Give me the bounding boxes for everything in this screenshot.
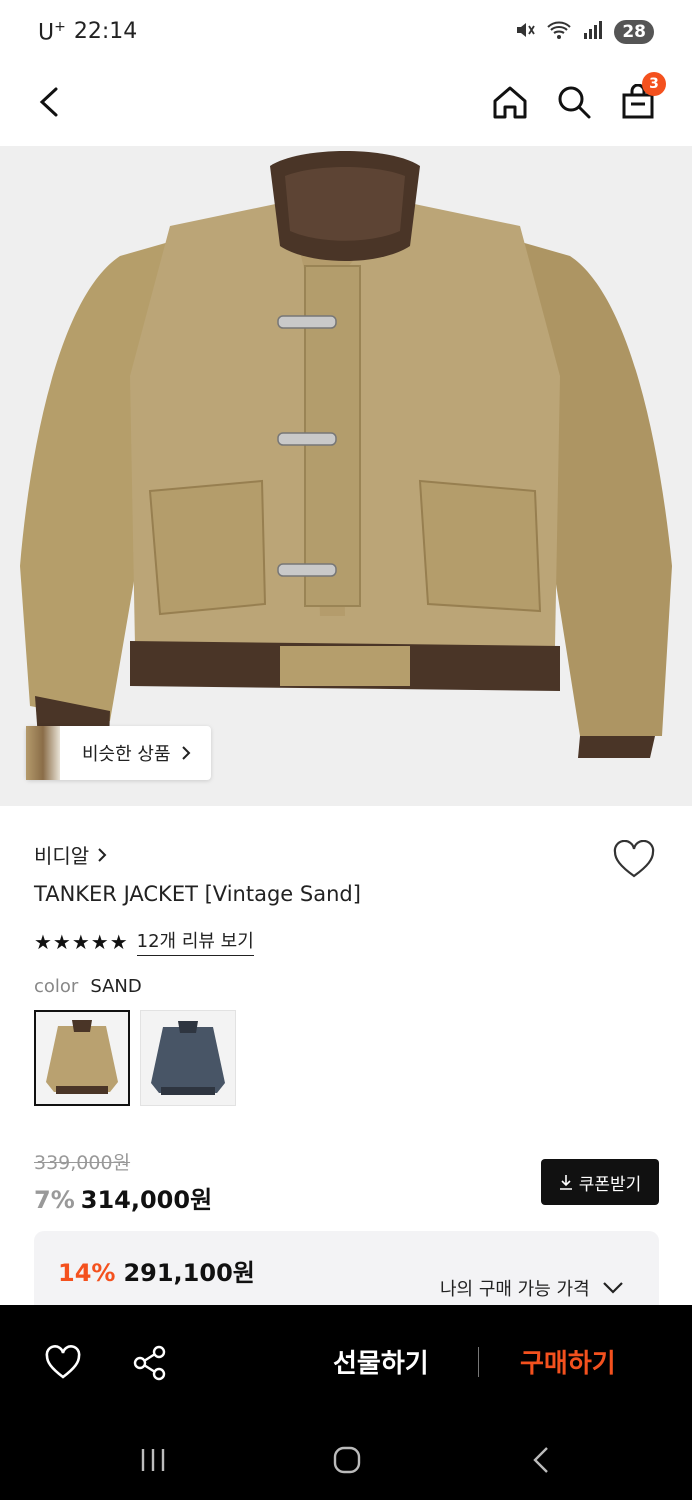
chevron-right-icon (181, 746, 190, 760)
chevron-left-icon (39, 87, 58, 117)
similar-thumbnail (26, 726, 60, 780)
my-price-toggle[interactable]: 나의 구매 가능 가격 (440, 1275, 624, 1301)
cart-count-badge: 3 (642, 72, 666, 96)
bottom-wishlist-button[interactable] (44, 1345, 82, 1381)
sale-price: 314,000원 (80, 1186, 213, 1214)
status-left: U+ 22:14 (38, 19, 137, 45)
review-link[interactable]: 12개 리뷰 보기 (136, 927, 254, 956)
app-header: 3 (0, 64, 692, 146)
gift-button[interactable]: 선물하기 (333, 1343, 429, 1380)
sale-price-row: 7% 314,000원 (34, 1180, 212, 1215)
system-back-button[interactable] (521, 1442, 561, 1478)
system-home-button[interactable] (327, 1442, 367, 1478)
original-price: 339,000원 (34, 1152, 131, 1174)
coupon-button[interactable]: 쿠폰받기 (541, 1159, 659, 1205)
rating-row: ★★★★★ 12개 리뷰 보기 (34, 927, 254, 956)
heart-icon (45, 1345, 81, 1379)
best-price: 291,100원 (123, 1259, 255, 1287)
search-icon (558, 86, 591, 119)
share-icon (133, 1345, 166, 1381)
signal-icon (582, 19, 604, 45)
status-right: 28 (514, 19, 654, 45)
brand-link[interactable]: 비디알 (34, 840, 107, 869)
jacket-thumbnail (46, 1020, 118, 1094)
carrier-label: U+ (38, 18, 66, 46)
divider (478, 1347, 479, 1377)
star-rating-icon: ★★★★★ (34, 929, 129, 954)
back-chevron-icon (533, 1447, 548, 1473)
mute-icon (514, 19, 536, 45)
battery-indicator: 28 (614, 20, 654, 44)
coupon-label: 쿠폰받기 (578, 1174, 642, 1195)
brand-name: 비디알 (34, 844, 90, 868)
color-label: color (34, 976, 79, 997)
my-price-label: 나의 구매 가능 가격 (440, 1279, 590, 1300)
jacket-thumbnail (151, 1021, 225, 1095)
recent-apps-button[interactable] (133, 1442, 173, 1478)
heart-icon (613, 839, 655, 878)
wishlist-button[interactable] (612, 839, 656, 880)
clock: 22:14 (73, 19, 138, 45)
buy-button[interactable]: 구매하기 (520, 1343, 616, 1380)
home-button[interactable] (486, 78, 534, 126)
bottom-action-bar: 선물하기 구매하기 (0, 1305, 692, 1420)
color-row: color SAND (34, 976, 142, 997)
cart-button[interactable]: 3 (614, 72, 666, 126)
home-icon (493, 86, 527, 119)
status-bar: U+ 22:14 28 (0, 0, 692, 64)
product-image[interactable]: 비슷한 상품 (0, 146, 692, 806)
discount-percent: 7% (34, 1186, 75, 1214)
best-discount-percent: 14% (58, 1259, 116, 1287)
product-title: TANKER JACKET [Vintage Sand] (34, 882, 361, 906)
similar-label: 비슷한 상품 (60, 740, 211, 766)
chevron-right-icon (98, 847, 107, 862)
color-value: SAND (90, 976, 142, 997)
share-button[interactable] (132, 1345, 168, 1381)
recent-apps-icon (141, 1449, 165, 1471)
back-button[interactable] (26, 78, 74, 126)
chevron-down-icon (602, 1282, 623, 1294)
wifi-icon (546, 19, 572, 45)
home-circle-icon (333, 1446, 361, 1474)
download-icon (559, 1175, 572, 1190)
color-swatch-navy[interactable] (140, 1010, 236, 1106)
system-nav-bar (0, 1420, 692, 1500)
similar-products-button[interactable]: 비슷한 상품 (26, 726, 211, 780)
search-button[interactable] (550, 78, 598, 126)
jacket-image (20, 151, 672, 771)
best-price-row: 14% 291,100원 (58, 1253, 255, 1288)
color-swatch-sand[interactable] (34, 1010, 130, 1106)
